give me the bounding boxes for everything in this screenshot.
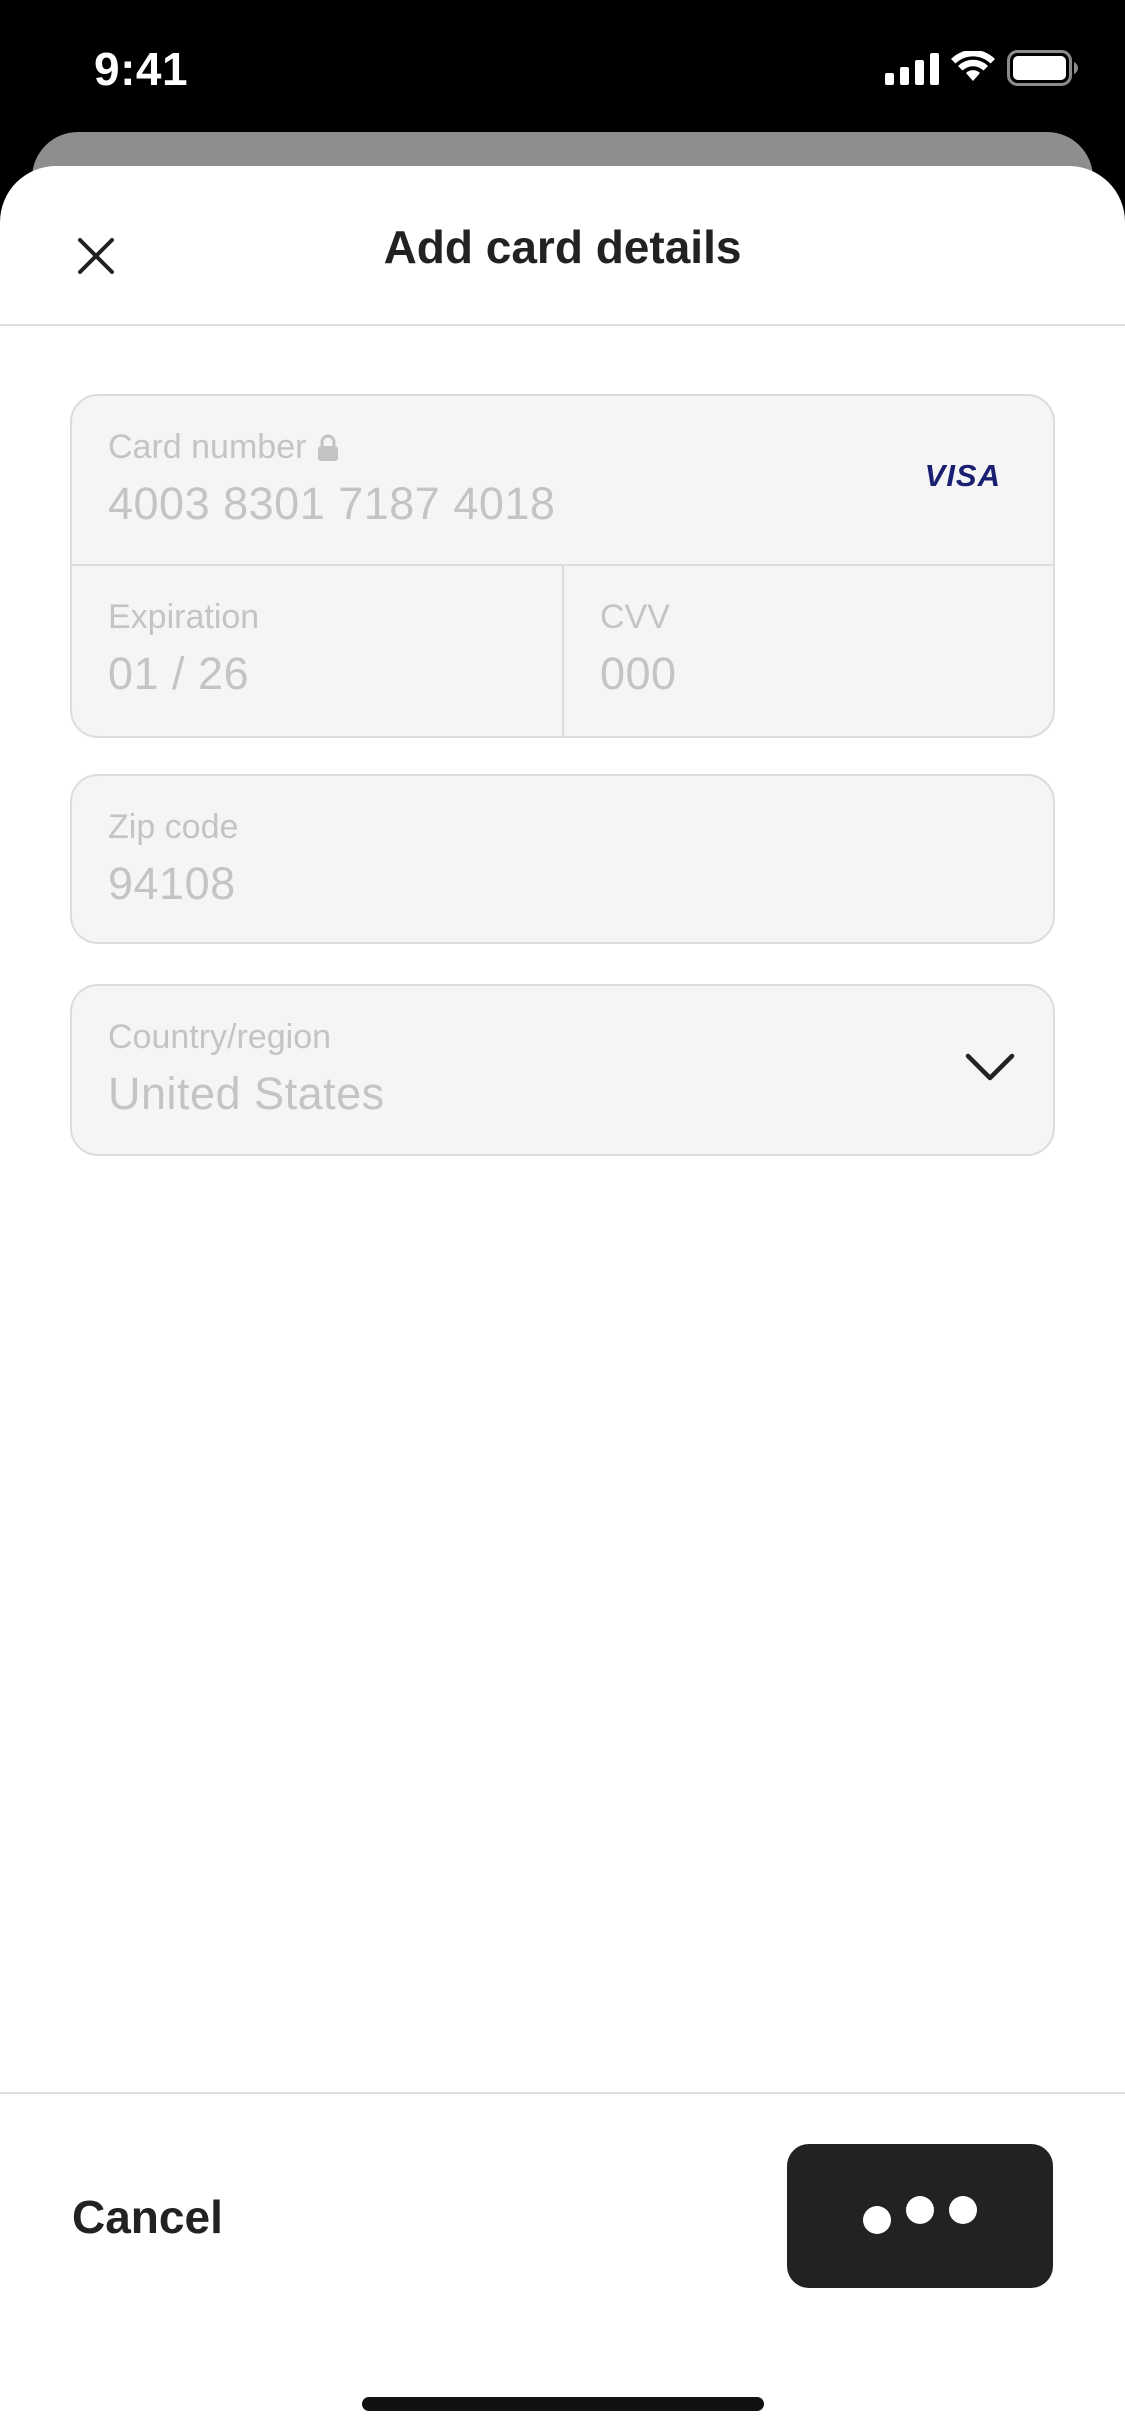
visa-logo: VISA bbox=[924, 458, 1001, 493]
wifi-icon bbox=[951, 51, 995, 81]
card-fields-group: Card number 4003 8301 7187 4018 VISA Exp… bbox=[70, 394, 1055, 738]
status-bar: 9:41 bbox=[0, 0, 1125, 132]
card-number-label-text: Card number bbox=[108, 428, 307, 466]
status-icons bbox=[885, 48, 1079, 88]
card-number-value: 4003 8301 7187 4018 bbox=[108, 478, 556, 529]
sheet-footer: Cancel bbox=[0, 2092, 1125, 2436]
country-region-label: Country/region bbox=[108, 1018, 332, 1056]
add-card-sheet: Add card details Card number 4003 8301 7… bbox=[0, 166, 1125, 2436]
card-row-bottom: Expiration 01 / 26 CVV 000 bbox=[72, 566, 1053, 738]
expiration-field[interactable]: Expiration 01 / 26 bbox=[72, 566, 564, 738]
zip-code-label: Zip code bbox=[108, 808, 239, 846]
home-indicator bbox=[362, 2397, 764, 2411]
expiration-label: Expiration bbox=[108, 598, 260, 636]
battery-icon bbox=[1007, 50, 1078, 86]
country-region-value: United States bbox=[108, 1068, 385, 1119]
cancel-button[interactable]: Cancel bbox=[72, 2190, 223, 2244]
cvv-field[interactable]: CVV 000 bbox=[564, 566, 1055, 738]
submit-button-loading[interactable] bbox=[787, 2144, 1053, 2288]
cvv-value: 000 bbox=[600, 648, 677, 699]
zip-code-field[interactable]: Zip code 94108 bbox=[70, 774, 1055, 944]
card-number-field[interactable]: Card number 4003 8301 7187 4018 VISA bbox=[72, 396, 1053, 566]
country-region-select[interactable]: Country/region United States bbox=[70, 984, 1055, 1156]
lock-icon bbox=[318, 434, 339, 461]
signal-icon bbox=[885, 51, 939, 85]
expiration-value: 01 / 26 bbox=[108, 648, 250, 699]
card-number-label: Card number bbox=[108, 428, 340, 467]
status-time: 9:41 bbox=[94, 43, 189, 95]
cvv-label: CVV bbox=[600, 598, 670, 636]
chevron-down-icon bbox=[965, 1053, 1015, 1081]
sheet-header: Add card details bbox=[0, 166, 1125, 326]
page-title: Add card details bbox=[383, 221, 742, 273]
zip-code-value: 94108 bbox=[108, 858, 236, 909]
